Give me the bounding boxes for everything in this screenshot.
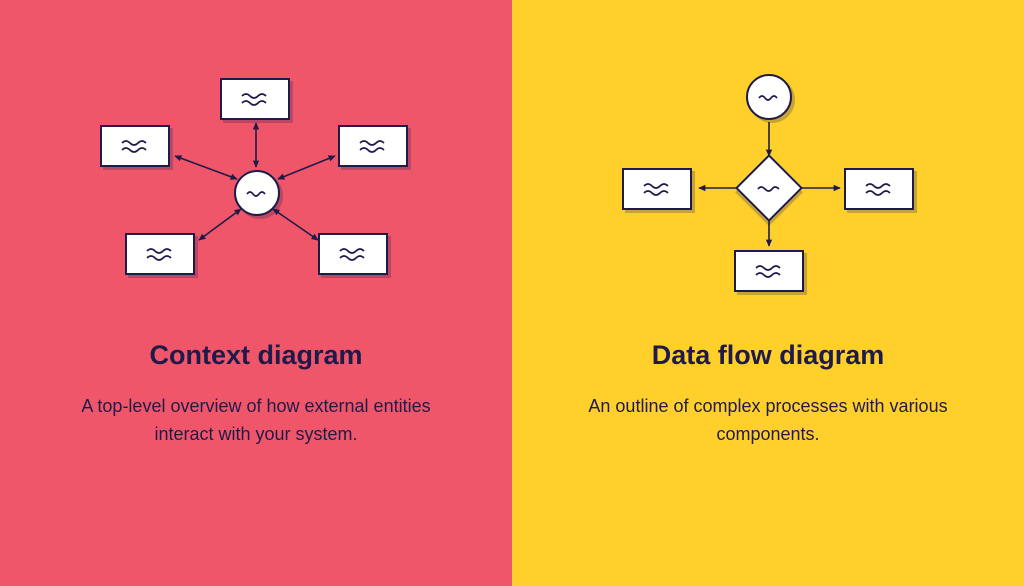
context-title: Context diagram <box>149 340 362 371</box>
upper-right-box-node <box>338 125 408 167</box>
bottom-box-node <box>734 250 804 292</box>
squiggle-icon <box>359 139 387 153</box>
squiggle-icon <box>339 247 367 261</box>
right-box-node <box>844 168 914 210</box>
squiggle-icon <box>755 264 783 278</box>
top-circle-node <box>746 74 792 120</box>
squiggle-icon <box>758 93 780 101</box>
dataflow-diagram-panel: Data flow diagram An outline of complex … <box>512 0 1024 586</box>
dataflow-title: Data flow diagram <box>652 340 885 371</box>
squiggle-icon <box>865 182 893 196</box>
central-circle-node <box>234 170 280 216</box>
dataflow-description: An outline of complex processes with var… <box>578 393 958 449</box>
lower-left-box-node <box>125 233 195 275</box>
dataflow-diagram-graphic <box>512 60 1024 310</box>
context-description: A top-level overview of how external ent… <box>66 393 446 449</box>
squiggle-icon <box>146 247 174 261</box>
left-box-node <box>622 168 692 210</box>
top-box-node <box>220 78 290 120</box>
lower-right-box-node <box>318 233 388 275</box>
squiggle-icon <box>246 189 268 197</box>
squiggle-icon <box>241 92 269 106</box>
squiggle-icon <box>757 184 781 192</box>
decision-diamond-node <box>739 158 799 218</box>
context-diagram-graphic <box>0 60 512 310</box>
squiggle-icon <box>643 182 671 196</box>
upper-left-box-node <box>100 125 170 167</box>
context-diagram-panel: Context diagram A top-level overview of … <box>0 0 512 586</box>
squiggle-icon <box>121 139 149 153</box>
